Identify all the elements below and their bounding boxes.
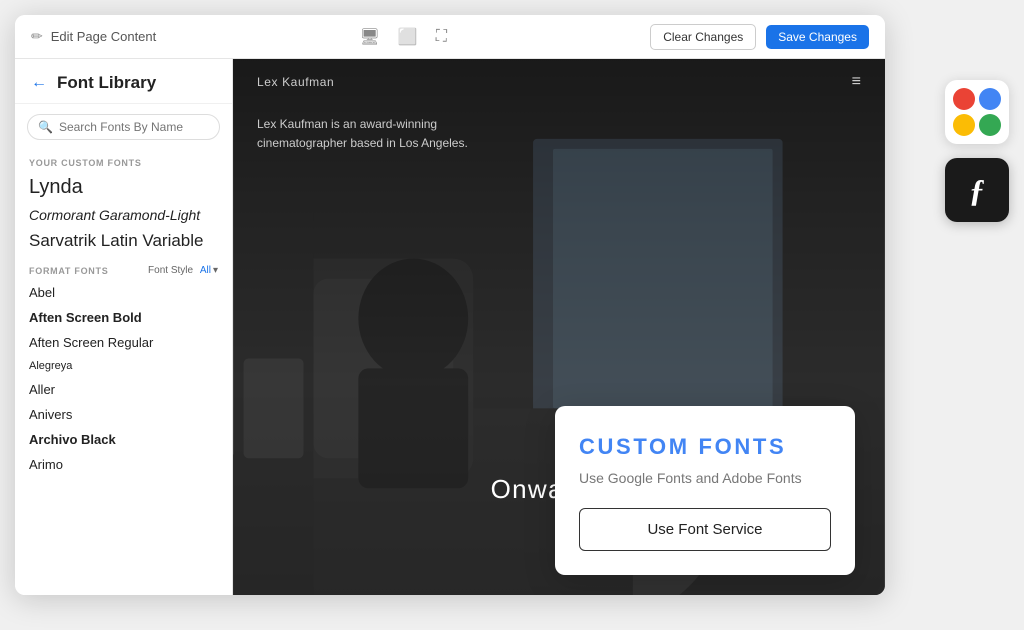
font-style-value: All	[200, 265, 211, 276]
preview-site-title: Lex Kaufman	[257, 75, 334, 89]
custom-fonts-label: YOUR CUSTOM FONTS	[15, 150, 232, 172]
popup-subtitle: Use Google Fonts and Adobe Fonts	[579, 470, 831, 486]
preview-nav: Lex Kaufman ≡	[233, 59, 885, 105]
sidebar-header: ← Font Library	[15, 59, 232, 104]
list-item[interactable]: Anivers	[15, 402, 232, 427]
font-style-label: Font Style	[148, 265, 193, 276]
gf-red-circle	[953, 88, 975, 110]
editor-window: ✏ Edit Page Content 🖥 ⬜ ⛶ Clear Changes …	[15, 15, 885, 595]
monitor-icon[interactable]: 🖥	[360, 27, 380, 47]
tablet-icon[interactable]: ⬜	[398, 27, 418, 47]
adobe-fonts-badge: ƒ	[945, 158, 1009, 222]
editor-body: ← Font Library 🔍 YOUR CUSTOM FONTS Lynda…	[15, 59, 885, 595]
list-item[interactable]: Abel	[15, 280, 232, 305]
sidebar-title: Font Library	[57, 73, 156, 93]
format-fonts-label: FORMAT FONTS	[29, 266, 108, 276]
search-input[interactable]	[59, 120, 209, 134]
font-library-sidebar: ← Font Library 🔍 YOUR CUSTOM FONTS Lynda…	[15, 59, 233, 595]
google-fonts-logo	[947, 82, 1007, 142]
custom-fonts-popup: CUSTOM FONTS Use Google Fonts and Adobe …	[555, 406, 855, 575]
hamburger-icon: ≡	[852, 73, 861, 91]
gf-green-circle	[979, 114, 1001, 136]
list-item[interactable]: Archivo Black	[15, 427, 232, 452]
website-preview: Lex Kaufman ≡ Lex Kaufman is an award-wi…	[233, 59, 885, 595]
search-icon: 🔍	[38, 120, 53, 134]
list-item[interactable]: Aller	[15, 377, 232, 402]
list-item[interactable]: Cormorant Garamond-Light	[15, 203, 232, 227]
canvas-area: Lex Kaufman ≡ Lex Kaufman is an award-wi…	[233, 59, 885, 595]
back-arrow-icon[interactable]: ←	[31, 74, 47, 92]
top-bar: ✏ Edit Page Content 🖥 ⬜ ⛶ Clear Changes …	[15, 15, 885, 59]
top-bar-right: Clear Changes Save Changes	[650, 24, 869, 50]
clear-changes-button[interactable]: Clear Changes	[650, 24, 756, 50]
chevron-down-icon: ▾	[213, 265, 218, 276]
font-style-filter[interactable]: Font Style All ▾	[148, 265, 218, 276]
popup-title: CUSTOM FONTS	[579, 434, 831, 460]
search-box[interactable]: 🔍	[27, 114, 220, 140]
list-item[interactable]: Aften Screen Regular	[15, 330, 232, 355]
save-changes-button[interactable]: Save Changes	[766, 25, 869, 49]
google-fonts-badge	[945, 80, 1009, 144]
list-item[interactable]: Aften Screen Bold	[15, 305, 232, 330]
edit-page-label: Edit Page Content	[51, 29, 157, 44]
gf-yellow-circle	[953, 114, 975, 136]
expand-icon[interactable]: ⛶	[436, 28, 447, 46]
adobe-fonts-logo: ƒ	[969, 172, 985, 209]
list-item[interactable]: Arimo	[15, 452, 232, 477]
use-font-service-button[interactable]: Use Font Service	[579, 508, 831, 551]
gf-blue-circle	[979, 88, 1001, 110]
top-bar-left: ✏ Edit Page Content	[31, 28, 156, 45]
list-item[interactable]: Alegreya	[15, 355, 232, 377]
hero-description: Lex Kaufman is an award-winning cinemato…	[257, 115, 477, 153]
list-item[interactable]: Lynda	[15, 172, 232, 203]
list-item[interactable]: Sarvatrik Latin Variable	[15, 227, 232, 255]
pencil-icon: ✏	[31, 28, 43, 45]
top-bar-center: 🖥 ⬜ ⛶	[360, 27, 447, 47]
format-fonts-header: FORMAT FONTS Font Style All ▾	[15, 255, 232, 280]
preview-hero: Lex Kaufman is an award-winning cinemato…	[233, 105, 885, 173]
